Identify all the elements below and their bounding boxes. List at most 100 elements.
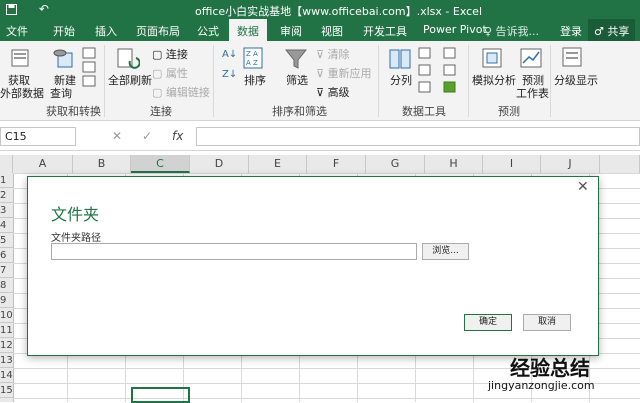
folder-path-label: 文件夹路径 xyxy=(51,233,101,244)
group-separator xyxy=(468,45,469,117)
formula-input[interactable] xyxy=(196,127,640,146)
new-query-icon xyxy=(53,49,73,68)
column-header[interactable]: B xyxy=(73,155,131,173)
column-header[interactable]: A xyxy=(13,155,73,173)
column-header[interactable]: F xyxy=(307,155,366,173)
forecast-sheet-label: 工作表 xyxy=(516,87,549,100)
column-header-empty[interactable] xyxy=(600,155,640,173)
forecast-sheet-icon xyxy=(520,48,542,68)
ok-button[interactable]: 确定 xyxy=(464,314,512,331)
tab-data[interactable]: 数据 xyxy=(229,19,267,41)
group-separator xyxy=(104,45,105,117)
what-if-analysis-button[interactable]: 模拟分析 xyxy=(472,72,516,88)
cancel-button[interactable]: 取消 xyxy=(523,314,571,331)
refresh-all-button[interactable]: 全部刷新 xyxy=(108,72,152,88)
column-header[interactable]: I xyxy=(483,155,541,173)
row-header[interactable]: 2 xyxy=(0,188,13,203)
edit-links-button[interactable]: ▢ 编辑链接 xyxy=(152,84,210,100)
row-header[interactable]: 1 xyxy=(0,173,13,188)
dialog-title: 文件夹 xyxy=(51,205,100,224)
column-header[interactable]: E xyxy=(249,155,307,173)
watermark-text: 经验总结 xyxy=(510,356,590,380)
row-headers: 1 2 3 4 5 6 7 8 9 10 11 12 13 14 15 xyxy=(0,173,14,402)
group-data-tools: 数据工具 xyxy=(402,105,446,118)
column-header[interactable]: H xyxy=(425,155,483,173)
tab-home[interactable]: 开始 xyxy=(53,23,75,39)
confirm-entry-button[interactable]: ✓ xyxy=(142,129,152,143)
new-query-label: 查询 xyxy=(50,87,72,100)
refresh-all-icon xyxy=(117,48,140,69)
tab-review[interactable]: 审阅 xyxy=(280,23,302,39)
row-header[interactable]: 12 xyxy=(0,338,13,353)
tab-power-pivot[interactable]: Power Pivot xyxy=(423,23,487,36)
properties-button[interactable]: ▢ 属性 xyxy=(152,65,188,81)
group-sort-filter: 排序和筛选 xyxy=(272,105,327,118)
column-header[interactable]: G xyxy=(366,155,425,173)
group-separator xyxy=(550,45,551,117)
row-header[interactable]: 6 xyxy=(0,248,13,263)
advanced-filter-button[interactable]: ⊽ 高级 xyxy=(316,84,350,100)
clear-filter-button[interactable]: ⊽ 清除 xyxy=(316,46,350,62)
select-all-corner[interactable] xyxy=(0,155,13,173)
tell-me-search[interactable]: ♀ 告诉我... xyxy=(484,23,539,39)
column-header[interactable]: D xyxy=(190,155,249,173)
row-header[interactable]: 3 xyxy=(0,203,13,218)
row-header[interactable]: 14 xyxy=(0,368,13,383)
cancel-entry-button[interactable]: ✕ xyxy=(112,129,122,143)
outline-icon xyxy=(562,47,582,67)
row-header[interactable]: 15 xyxy=(0,383,13,398)
row-header[interactable]: 4 xyxy=(0,218,13,233)
folder-path-input[interactable] xyxy=(51,243,417,260)
formula-bar: C15 ✕ ✓ fx xyxy=(0,124,640,151)
name-box[interactable]: C15 xyxy=(0,127,76,146)
group-get-transform: 获取和转换 xyxy=(46,105,101,118)
close-icon[interactable]: ✕ xyxy=(577,179,589,195)
get-external-data-label: 外部数据 xyxy=(0,87,44,100)
data-tools-icons[interactable] xyxy=(418,47,458,95)
group-separator xyxy=(213,45,214,117)
sort-icon: Z AA Z xyxy=(243,47,263,69)
watermark-url: jingyanzongjie.com xyxy=(488,379,595,392)
sort-ascending-icon[interactable]: A↓ xyxy=(222,49,237,60)
title-bar: ↶ office小白实战基地【www.officebai.com】.xlsx -… xyxy=(0,0,640,19)
text-to-columns-icon xyxy=(389,49,411,69)
reapply-filter-button[interactable]: ⊽ 重新应用 xyxy=(316,65,372,81)
tab-page-layout[interactable]: 页面布局 xyxy=(136,23,180,39)
row-header[interactable]: 11 xyxy=(0,323,13,338)
svg-text:A Z: A Z xyxy=(246,59,258,67)
row-header[interactable]: 8 xyxy=(0,278,13,293)
tab-insert[interactable]: 插入 xyxy=(95,23,117,39)
query-options-icon[interactable] xyxy=(82,47,96,87)
folder-dialog: ✕ 文件夹 文件夹路径 浏览... 确定 取消 xyxy=(27,176,599,356)
svg-text:Z A: Z A xyxy=(246,50,258,58)
row-header[interactable]: 10 xyxy=(0,308,13,323)
get-external-data-icon xyxy=(11,49,29,67)
ribbon-tabs: 文件 开始 插入 页面布局 公式 数据 审阅 视图 开发工具 Power Piv… xyxy=(0,19,640,41)
row-header[interactable]: 5 xyxy=(0,233,13,248)
connections-button[interactable]: ▢ 连接 xyxy=(152,46,188,62)
filter-button[interactable]: 筛选 xyxy=(286,72,308,88)
insert-function-button[interactable]: fx xyxy=(172,129,183,143)
row-header[interactable]: 7 xyxy=(0,263,13,278)
ribbon-data: 获取 外部数据 新建 查询 获取和转换 全部刷新 ▢ 连接 ▢ 属性 ▢ 编辑链… xyxy=(0,41,640,121)
tab-developer[interactable]: 开发工具 xyxy=(363,23,407,39)
login-link[interactable]: 登录 xyxy=(560,23,582,39)
tab-view[interactable]: 视图 xyxy=(321,23,343,39)
save-icon[interactable] xyxy=(6,4,17,15)
row-header[interactable]: 9 xyxy=(0,293,13,308)
active-cell-c15[interactable] xyxy=(131,387,190,403)
browse-button[interactable]: 浏览... xyxy=(422,243,469,260)
column-header[interactable]: C xyxy=(131,155,190,173)
text-to-columns-button[interactable]: 分列 xyxy=(390,72,412,88)
row-header[interactable]: 13 xyxy=(0,353,13,368)
share-button[interactable]: ♂ 共享 xyxy=(588,19,636,41)
quick-access-toolbar: ↶ xyxy=(6,2,49,16)
column-headers: A B C D E F G H I J xyxy=(0,155,640,174)
sort-button[interactable]: 排序 xyxy=(244,72,266,88)
tab-formulas[interactable]: 公式 xyxy=(197,23,219,39)
outline-button[interactable]: 分级显示 xyxy=(554,72,598,88)
sort-descending-icon[interactable]: Z↓ xyxy=(222,69,237,80)
column-header[interactable]: J xyxy=(541,155,600,173)
undo-button[interactable]: ↶ xyxy=(39,2,49,16)
tab-file[interactable]: 文件 xyxy=(6,23,28,39)
